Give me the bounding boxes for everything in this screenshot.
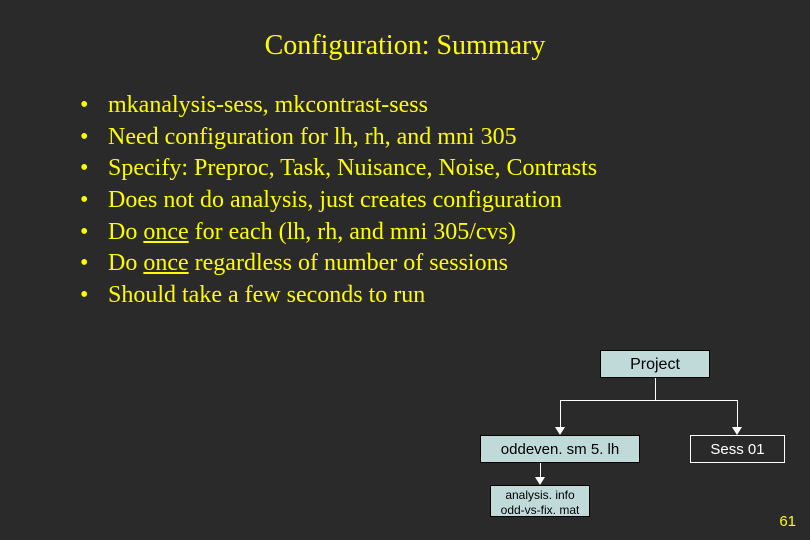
arrow-down-icon bbox=[732, 427, 742, 435]
connector-line bbox=[560, 400, 738, 401]
bullet-item: • mkanalysis-sess, mkcontrast-sess bbox=[80, 90, 770, 122]
bullet-dot: • bbox=[80, 217, 108, 249]
slide-title: Configuration: Summary bbox=[0, 0, 810, 90]
bullet-item: • Does not do analysis, just creates con… bbox=[80, 185, 770, 217]
bullet-dot: • bbox=[80, 248, 108, 280]
bullet-text: Need configuration for lh, rh, and mni 3… bbox=[108, 122, 517, 154]
connector-line bbox=[560, 400, 561, 427]
bullet-text: Does not do analysis, just creates confi… bbox=[108, 185, 562, 217]
node-files: analysis. info odd-vs-fix. mat bbox=[490, 485, 590, 517]
connector-line bbox=[540, 463, 541, 477]
bullet-text: Specify: Preproc, Task, Nuisance, Noise,… bbox=[108, 153, 597, 185]
arrow-down-icon bbox=[555, 427, 565, 435]
bullet-text: Do once regardless of number of sessions bbox=[108, 248, 508, 280]
node-oddeven: oddeven. sm 5. lh bbox=[480, 435, 640, 463]
bullet-list: • mkanalysis-sess, mkcontrast-sess • Nee… bbox=[0, 90, 810, 312]
files-line1: analysis. info bbox=[491, 488, 589, 503]
hierarchy-diagram: Project oddeven. sm 5. lh Sess 01 analys… bbox=[460, 350, 800, 520]
bullet-item: • Should take a few seconds to run bbox=[80, 280, 770, 312]
bullet-item: • Need configuration for lh, rh, and mni… bbox=[80, 122, 770, 154]
node-sess: Sess 01 bbox=[690, 435, 785, 463]
bullet-dot: • bbox=[80, 280, 108, 312]
arrow-down-icon bbox=[535, 477, 545, 485]
files-line2: odd-vs-fix. mat bbox=[491, 503, 589, 518]
node-project: Project bbox=[600, 350, 710, 378]
bullet-item: • Specify: Preproc, Task, Nuisance, Nois… bbox=[80, 153, 770, 185]
bullet-item: • Do once for each (lh, rh, and mni 305/… bbox=[80, 217, 770, 249]
bullet-dot: • bbox=[80, 185, 108, 217]
bullet-text: Do once for each (lh, rh, and mni 305/cv… bbox=[108, 217, 516, 249]
bullet-item: • Do once regardless of number of sessio… bbox=[80, 248, 770, 280]
slide-number: 61 bbox=[779, 513, 796, 530]
bullet-text: Should take a few seconds to run bbox=[108, 280, 425, 312]
bullet-text: mkanalysis-sess, mkcontrast-sess bbox=[108, 90, 428, 122]
bullet-dot: • bbox=[80, 90, 108, 122]
bullet-dot: • bbox=[80, 153, 108, 185]
connector-line bbox=[655, 378, 656, 400]
connector-line bbox=[737, 400, 738, 427]
bullet-dot: • bbox=[80, 122, 108, 154]
